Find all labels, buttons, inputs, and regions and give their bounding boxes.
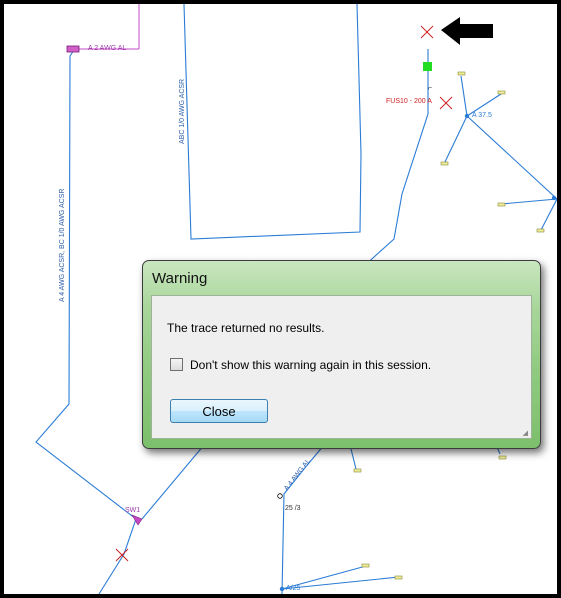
green-device-icon[interactable]: [423, 62, 432, 71]
service-point[interactable]: [497, 202, 506, 207]
svg-text:⌐: ⌐: [428, 85, 432, 92]
wire-label: A 4 AWG ACSR, BC 1/0 AWG ACSR: [59, 189, 66, 302]
service-point[interactable]: [353, 468, 362, 473]
feeder-line-main[interactable]: [363, 49, 429, 267]
warning-message: The trace returned no results.: [167, 321, 325, 335]
service-point[interactable]: [394, 575, 403, 580]
feeder-line-left[interactable]: [35, 49, 137, 594]
service-point[interactable]: [457, 71, 466, 76]
red-x-marker-icon[interactable]: [115, 548, 129, 562]
service-drop[interactable]: [460, 75, 468, 117]
service-point[interactable]: [497, 90, 506, 95]
node-label: A 37.5: [472, 112, 492, 119]
red-x-marker-icon[interactable]: [420, 25, 434, 39]
dialog-body: The trace returned no results. Don't sho…: [151, 295, 532, 439]
dialog-title[interactable]: Warning: [152, 270, 207, 287]
node-label: 25 /3: [285, 505, 301, 512]
red-x-marker-icon[interactable]: [439, 96, 453, 110]
service-point[interactable]: [440, 161, 449, 166]
service-drop[interactable]: [540, 198, 557, 231]
service-drop[interactable]: [500, 198, 557, 205]
wire-label: A 4 AWG AL: [283, 458, 312, 493]
resize-grip-icon[interactable]: ◢: [523, 429, 528, 437]
service-point[interactable]: [536, 228, 545, 233]
node-marker[interactable]: [464, 113, 470, 119]
switch-label: SW1: [125, 507, 140, 514]
feeder-line-diag[interactable]: [141, 444, 205, 520]
service-drop[interactable]: [443, 115, 468, 165]
transformer-symbol[interactable]: [66, 45, 80, 53]
arrow-pointer-icon: [441, 17, 493, 45]
wire-label: ABC 1/0 AWG ACSR: [179, 79, 186, 144]
fuse-label: FUS10 - 200 A: [386, 98, 432, 105]
wire-label: A 2 AWG AL: [88, 45, 126, 52]
switch-symbol-icon[interactable]: [131, 514, 143, 526]
feeder-line-abc[interactable]: [183, 4, 362, 240]
service-point[interactable]: [361, 563, 370, 568]
screen-frame: ⌐ A 2 AWG AL ABC 1/0 AWG ACSR A 4 AWG AC…: [0, 0, 561, 598]
node-label: A/25: [286, 585, 301, 592]
dont-show-again-label[interactable]: Don't show this warning again in this se…: [190, 358, 431, 372]
service-drop[interactable]: [466, 115, 557, 200]
close-button[interactable]: Close: [170, 399, 268, 423]
switch-node-icon[interactable]: [277, 493, 283, 499]
node-marker[interactable]: [279, 586, 285, 592]
node-marker[interactable]: [551, 195, 557, 201]
service-point[interactable]: [498, 455, 507, 460]
dont-show-again-checkbox[interactable]: [170, 358, 183, 371]
warning-dialog: Warning The trace returned no results. D…: [142, 260, 541, 449]
